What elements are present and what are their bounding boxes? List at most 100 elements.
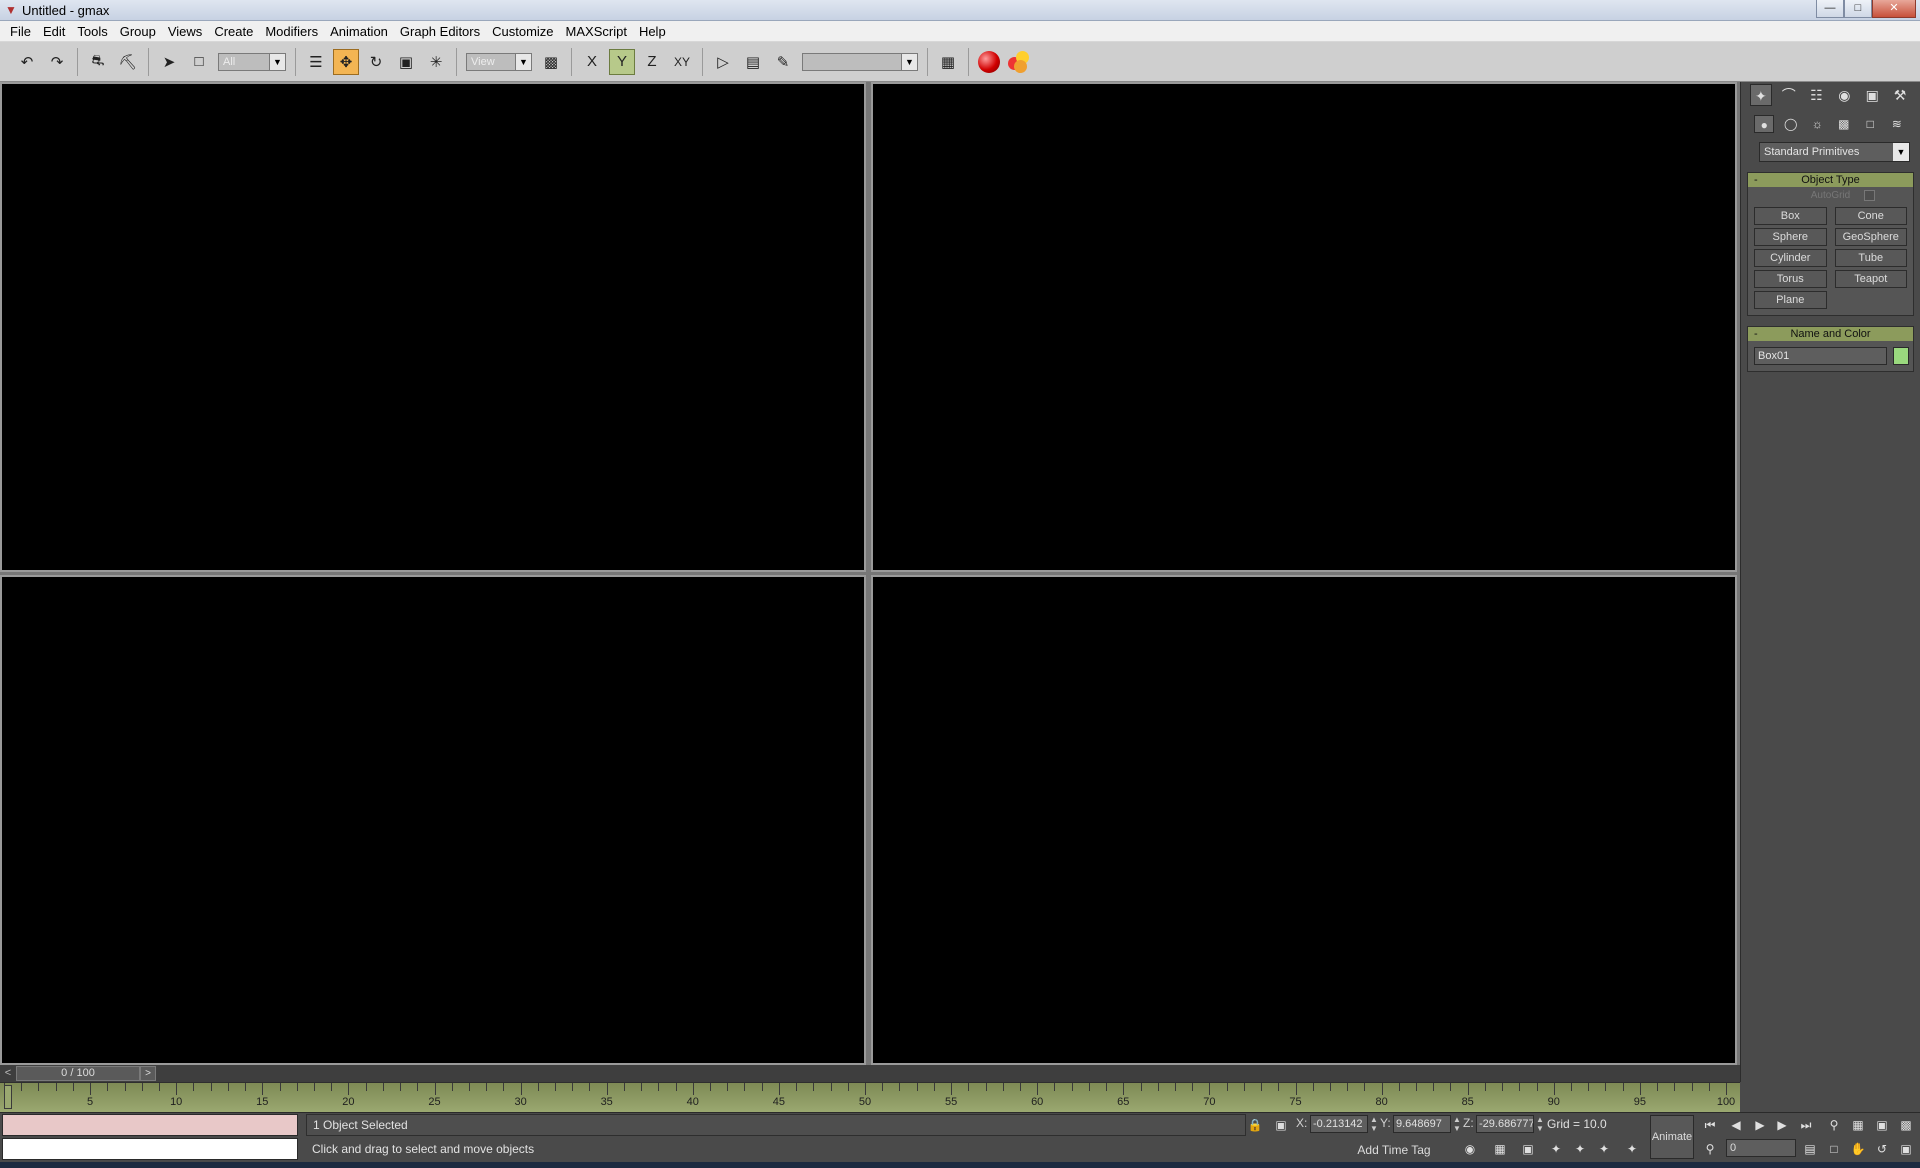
select-object-icon[interactable]: ➤	[156, 49, 182, 75]
current-frame-marker[interactable]	[4, 1085, 12, 1109]
utilities-tab-icon[interactable]: ⚒	[1889, 84, 1911, 106]
object-name-field[interactable]: Box01	[1754, 347, 1887, 365]
absolute-mode-icon[interactable]: ▣	[1272, 1116, 1290, 1134]
select-by-name-icon[interactable]: ☰	[303, 49, 329, 75]
arc-rotate-icon[interactable]: ↺	[1872, 1139, 1892, 1159]
select-and-move-icon[interactable]: ✥	[333, 48, 359, 75]
viewport-bottom-right[interactable]	[871, 575, 1737, 1065]
selection-filter-dropdown[interactable]: All ▼	[218, 52, 286, 71]
autogrid-checkbox[interactable]	[1864, 190, 1875, 201]
space-warps-icon[interactable]: ≋	[1887, 115, 1907, 133]
zoom-all-icon[interactable]: ▦	[1848, 1115, 1868, 1135]
use-pivot-center-icon[interactable]: ✳	[423, 49, 449, 75]
helpers-icon[interactable]: □	[1860, 115, 1880, 133]
x-coordinate-field[interactable]: -0.213142	[1310, 1115, 1368, 1133]
modify-tab-icon[interactable]: ⌒	[1778, 84, 1800, 106]
menu-modifiers[interactable]: Modifiers	[259, 21, 324, 42]
y-coordinate-field[interactable]: 9.648697	[1393, 1115, 1451, 1133]
menu-graph-editors[interactable]: Graph Editors	[394, 21, 486, 42]
select-and-scale-icon[interactable]: ▣	[393, 49, 419, 75]
cone-button[interactable]: Cone	[1834, 207, 1907, 225]
reference-coord-dropdown[interactable]: View ▼	[466, 52, 532, 71]
close-button[interactable]: ✕	[1872, 0, 1916, 18]
animate-button[interactable]: Animate	[1650, 1115, 1694, 1159]
geometry-icon[interactable]: ●	[1754, 115, 1775, 133]
object-color-swatch[interactable]	[1893, 347, 1909, 365]
go-to-end-icon[interactable]: ⏭	[1796, 1115, 1816, 1135]
menu-maxscript[interactable]: MAXScript	[560, 21, 633, 42]
box-button[interactable]: Box	[1754, 207, 1827, 225]
lights-icon[interactable]: ☼	[1807, 115, 1827, 133]
key-mode-icon[interactable]: ✦	[1594, 1139, 1614, 1159]
display-tab-icon[interactable]: ▣	[1861, 84, 1883, 106]
play-icon[interactable]: ▶	[1750, 1115, 1770, 1135]
restrict-xy-icon[interactable]: XY	[669, 49, 695, 75]
add-time-tag-button[interactable]: Add Time Tag	[1350, 1140, 1438, 1160]
y-spinner-icon[interactable]: ▲ ▼	[1453, 1115, 1461, 1133]
maximize-button[interactable]: □	[1844, 0, 1872, 18]
use-center-icon[interactable]: ▩	[538, 49, 564, 75]
selection-lock-icon[interactable]: ◉	[1460, 1139, 1480, 1159]
geosphere-button[interactable]: GeoSphere	[1834, 228, 1907, 246]
x-spinner-icon[interactable]: ▲ ▼	[1370, 1115, 1378, 1133]
percent-snap-icon[interactable]: ✦	[1546, 1139, 1566, 1159]
undo-icon[interactable]: ↶	[14, 49, 40, 75]
viewport-top-right[interactable]	[871, 82, 1737, 572]
tube-button[interactable]: Tube	[1834, 249, 1907, 267]
viewport-bottom-left[interactable]	[0, 575, 866, 1065]
snap-toggle-icon[interactable]: ▦	[1490, 1139, 1510, 1159]
go-to-start-icon[interactable]: ⏮	[1700, 1115, 1720, 1135]
key-icon[interactable]: ⚲	[1700, 1139, 1720, 1159]
unlink-selection-icon[interactable]: ⛏	[115, 49, 141, 75]
region-zoom-icon[interactable]: □	[1824, 1139, 1844, 1159]
select-and-rotate-icon[interactable]: ↻	[363, 49, 389, 75]
rectangular-selection-icon[interactable]: □	[186, 49, 212, 75]
align-icon[interactable]: ▤	[740, 49, 766, 75]
plane-button[interactable]: Plane	[1754, 291, 1827, 309]
named-selection-dropdown[interactable]: ▼	[802, 52, 918, 71]
time-configuration-icon[interactable]: ▤	[1800, 1139, 1820, 1159]
track-bar[interactable]: 5 10 15 20 25 30 35 40 45 50 55 60 65 70 75 80 85 90 95 100	[0, 1082, 1740, 1112]
name-and-color-header[interactable]: - Name and Color	[1748, 327, 1913, 341]
object-category-dropdown[interactable]: Standard Primitives ▼	[1759, 142, 1910, 162]
pan-icon[interactable]: ✋	[1848, 1139, 1868, 1159]
render-icon[interactable]	[1006, 49, 1032, 75]
restrict-z-icon[interactable]: Z	[639, 49, 665, 75]
minimize-button[interactable]: —	[1816, 0, 1844, 18]
select-and-link-icon[interactable]: ⛐	[85, 49, 111, 75]
torus-button[interactable]: Torus	[1754, 270, 1827, 288]
redo-icon[interactable]: ↷	[44, 49, 70, 75]
menu-help[interactable]: Help	[633, 21, 672, 42]
menu-group[interactable]: Group	[114, 21, 162, 42]
z-spinner-icon[interactable]: ▲ ▼	[1536, 1115, 1544, 1133]
current-frame-field[interactable]: 0	[1726, 1139, 1796, 1157]
previous-frame-icon[interactable]: ◀	[1726, 1115, 1746, 1135]
hierarchy-tab-icon[interactable]: ☷	[1806, 84, 1828, 106]
gmax-app-icon[interactable]: ▼	[4, 3, 18, 17]
restrict-y-icon[interactable]: Y	[609, 48, 635, 75]
mirror-icon[interactable]: ▷	[710, 49, 736, 75]
object-type-header[interactable]: - Object Type	[1748, 173, 1913, 187]
next-frame-icon[interactable]: ▶	[1772, 1115, 1792, 1135]
keyframe-icon[interactable]: ✦	[1622, 1139, 1642, 1159]
lock-selection-icon[interactable]: 🔒	[1246, 1116, 1264, 1134]
eraser-icon[interactable]: ✎	[770, 49, 796, 75]
menu-tools[interactable]: Tools	[71, 21, 113, 42]
maxscript-listener-output[interactable]	[2, 1114, 298, 1136]
zoom-extents-icon[interactable]: ▣	[1872, 1115, 1892, 1135]
menu-customize[interactable]: Customize	[486, 21, 559, 42]
maximize-viewport-icon[interactable]: ▣	[1896, 1139, 1916, 1159]
menu-create[interactable]: Create	[208, 21, 259, 42]
menu-views[interactable]: Views	[162, 21, 208, 42]
restrict-x-icon[interactable]: X	[579, 49, 605, 75]
create-tab-icon[interactable]: ✦	[1749, 84, 1772, 106]
menu-edit[interactable]: Edit	[37, 21, 71, 42]
maxscript-listener-input[interactable]	[2, 1138, 298, 1160]
viewport-top-left[interactable]	[0, 82, 866, 572]
menu-file[interactable]: File	[4, 21, 37, 42]
menu-animation[interactable]: Animation	[324, 21, 394, 42]
cylinder-button[interactable]: Cylinder	[1754, 249, 1827, 267]
time-slider-prev-button[interactable]: <	[0, 1065, 16, 1082]
schematic-view-icon[interactable]: ▦	[935, 49, 961, 75]
shapes-icon[interactable]: ◯	[1781, 115, 1801, 133]
